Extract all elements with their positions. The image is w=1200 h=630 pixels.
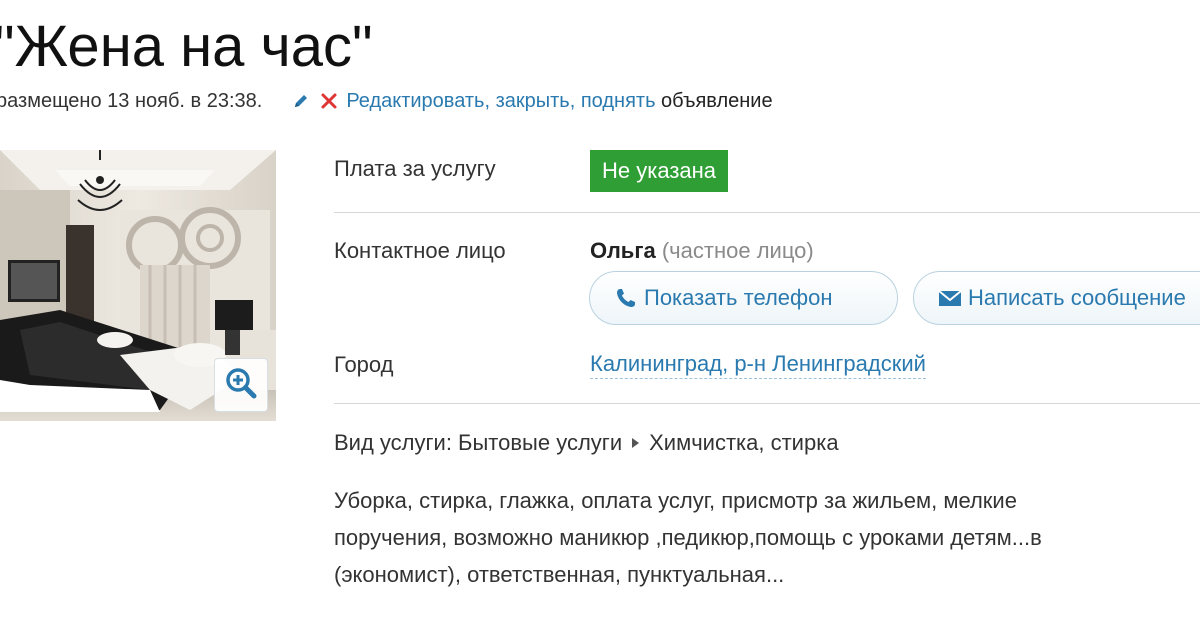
zoom-button[interactable] [214,358,268,412]
raise-link[interactable]: поднять [581,88,656,114]
description-line: (экономист), ответственная, пунктуальная… [334,562,785,587]
write-message-button[interactable]: Написать сообщение [913,271,1200,325]
show-phone-button[interactable]: Показать телефон [589,271,898,325]
meta-suffix: объявление [655,90,773,112]
ad-meta-line: размещено 13 нояб. в 23:38. Редактироват… [0,88,773,114]
price-label: Плата за услугу [334,156,496,181]
close-link[interactable]: закрыть [496,88,570,114]
price-badge: Не указана [590,150,729,192]
service-type: Вид услуги: Бытовые услуги Химчистка, ст… [334,430,839,456]
write-message-label: Написать сообщение [968,285,1186,310]
pencil-icon[interactable] [290,90,312,112]
ad-page: "Жена на час" размещено 13 нояб. в 23:38… [0,0,1200,630]
contact-name: Ольга [590,238,656,263]
city-link[interactable]: Калининград, р-н Ленинградский [590,350,926,379]
zoom-in-icon [224,366,258,405]
posted-date: размещено 13 нояб. в 23:38. [0,90,263,112]
separator-1: , [484,90,496,112]
description-line: поручения, возможно маникюр ,педикюр,пом… [334,525,1042,550]
description-line: Уборка, стирка, глажка, оплата услуг, пр… [334,488,1017,513]
divider-2 [334,403,1200,404]
phone-icon [614,286,638,310]
edit-link[interactable]: Редактировать [346,88,484,114]
envelope-icon [938,286,962,310]
contact-label: Контактное лицо [334,238,506,263]
ad-description: Уборка, стирка, глажка, оплата услуг, пр… [334,482,1200,593]
ad-title: "Жена на час" [0,14,373,79]
contact-person: Ольга (частное лицо) [590,238,814,264]
service-category: Бытовые услуги [458,430,623,455]
breadcrumb-arrow-icon [632,438,640,448]
show-phone-label: Показать телефон [644,285,833,310]
service-label: Вид услуги: [334,430,459,455]
contact-type: (частное лицо) [661,238,814,263]
divider-1 [334,212,1200,213]
separator-2: , [569,90,581,112]
city-label: Город [334,352,394,377]
cross-icon[interactable] [318,90,340,112]
service-subcategory: Химчистка, стирка [649,430,839,455]
